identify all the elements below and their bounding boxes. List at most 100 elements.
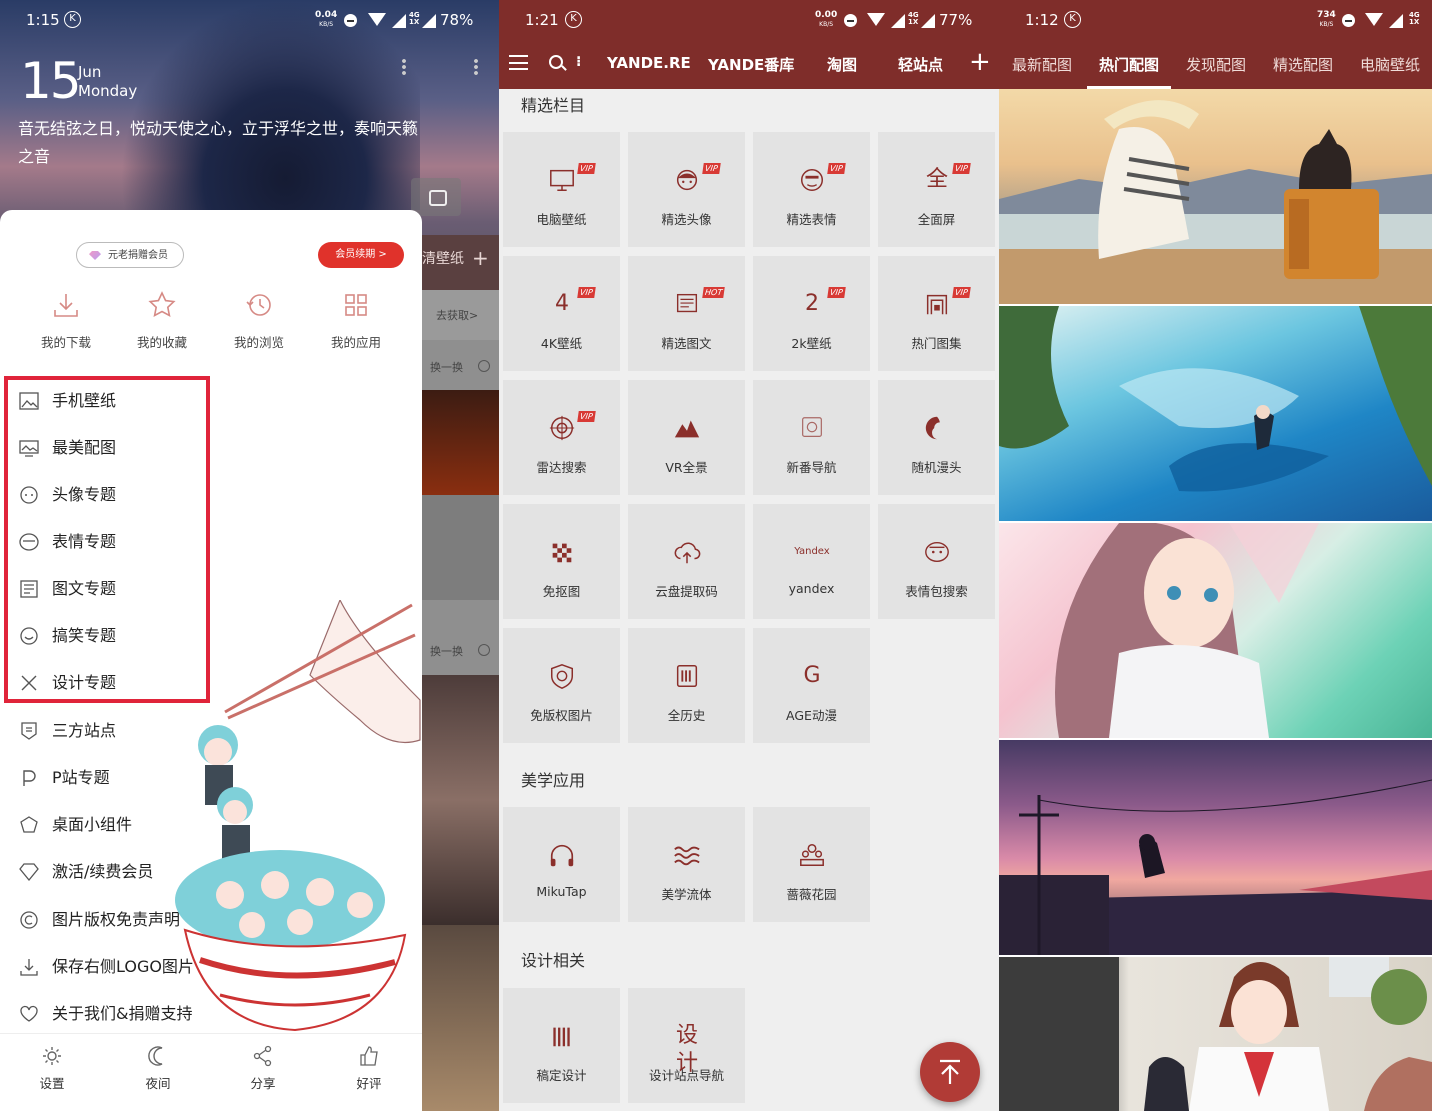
dnd-icon (844, 14, 857, 27)
tile-mountain[interactable]: VR全景 (628, 380, 745, 495)
k-icon: K (565, 11, 582, 28)
site-icon (21, 722, 37, 740)
tile-label: 热门图集 (911, 336, 962, 351)
artwork-girl-at-sunset (999, 779, 1432, 955)
tile-label: 4K壁纸 (540, 336, 583, 351)
pixiv-icon (23, 770, 36, 786)
image-card[interactable] (999, 740, 1432, 955)
tile-emoji-face[interactable]: VIP 精选表情 (753, 132, 870, 247)
tile-anime-nav[interactable]: 新番导航 (753, 380, 870, 495)
tile-checker[interactable]: 免抠图 (503, 504, 620, 619)
tab-yande-fanku[interactable]: YANDE番库 (708, 54, 794, 75)
artwork-girl-with-cat-classroom (999, 957, 1432, 1111)
quick-action-favorites[interactable]: 我的收藏 (122, 290, 202, 351)
tile-radar[interactable]: VIP 雷达搜索 (503, 380, 620, 495)
tile-label: 表情包搜索 (905, 584, 968, 599)
hamburger-menu-icon[interactable] (509, 55, 528, 70)
settings-button[interactable]: 设置 (22, 1045, 82, 1092)
tile-sticker-face[interactable]: 表情包搜索 (878, 504, 995, 619)
star-icon (148, 291, 176, 318)
history-book-icon (676, 664, 698, 688)
tile-label: 精选头像 (661, 212, 712, 227)
image-card[interactable] (999, 523, 1432, 738)
tile-2k-glyph[interactable]: 2 VIP 2k壁纸 (753, 256, 870, 371)
tab-latest[interactable]: 最新配图 (1012, 54, 1072, 75)
tile-copyright-shield[interactable]: 免版权图片 (503, 628, 620, 743)
refresh-icon (478, 644, 490, 656)
tile-waves[interactable]: 美学流体 (628, 807, 745, 922)
bg-swap-label: 换一换 (430, 645, 463, 658)
bg-tab-fragment: 清壁纸 (422, 251, 464, 267)
tile-label: AGE动漫 (786, 708, 837, 723)
garden-icon (800, 843, 824, 867)
tile-avatar-face[interactable]: VIP 精选头像 (628, 132, 745, 247)
more-icon[interactable] (402, 58, 406, 76)
tile-age-logo[interactable]: G AGE动漫 (753, 628, 870, 743)
renew-membership-button[interactable]: 会员续期 > (318, 242, 404, 268)
artwork-girl-with-cat (999, 100, 1432, 304)
category-screen: 1:21 K 0.00 KB/S 4G 1X 77% ⁝ YANDE.RE YAND… (499, 0, 999, 1111)
tab-yande-re[interactable]: YANDE.RE (607, 54, 691, 72)
tab-hot[interactable]: 热门配图 (1099, 54, 1159, 75)
avatar-face-icon (676, 169, 698, 191)
section-title-aesthetic-apps: 美学应用 (521, 771, 586, 790)
tile-design-tools[interactable]: 稿定设计 (503, 988, 620, 1103)
tile-label: 随机漫头 (911, 460, 962, 475)
tile-random-head[interactable]: 随机漫头 (878, 380, 995, 495)
image-card[interactable] (999, 957, 1432, 1111)
picture-text-icon (676, 293, 698, 313)
tile-label: 免抠图 (542, 584, 581, 599)
bg-swap-label: 换一换 (430, 361, 463, 374)
tile-picture-text[interactable]: HOT 精选图文 (628, 256, 745, 371)
share-icon (253, 1045, 272, 1067)
badge-vip: VIP (577, 163, 596, 174)
yandex-logo-icon: Yandex (794, 546, 830, 557)
night-mode-button[interactable]: 夜间 (128, 1045, 188, 1092)
status-bar: 1:12 K 734 KB/S 4G 1X (1025, 10, 1420, 30)
tab-light-sites[interactable]: 轻站点 (898, 54, 943, 75)
drawer-screen: 清壁纸 + 去获取> 换一换 换一换 1:15 K 0.04 KB/S 4G 1X … (0, 0, 499, 1111)
image-card[interactable] (999, 89, 1432, 304)
quick-action-downloads[interactable]: 我的下载 (26, 290, 106, 351)
camera-icon[interactable] (411, 178, 461, 216)
cloud-upload-icon (674, 542, 701, 564)
tile-headphones[interactable]: MikuTap (503, 807, 620, 922)
tab-taotu[interactable]: 淘图 (827, 54, 857, 75)
add-tab-icon[interactable]: + (969, 48, 991, 76)
tab-pc-wallpaper[interactable]: 电脑壁纸 (1360, 54, 1420, 75)
tile-cloud-upload[interactable]: 云盘提取码 (628, 504, 745, 619)
tile-history-book[interactable]: 全历史 (628, 628, 745, 743)
save-icon (20, 959, 38, 976)
section-title-design: 设计相关 (521, 951, 586, 970)
scroll-to-top-button[interactable] (920, 1042, 980, 1102)
member-badge[interactable]: 元老捐赠会员 (76, 242, 184, 268)
tile-fullscreen-glyph[interactable]: 全 VIP 全面屏 (878, 132, 995, 247)
quick-action-history[interactable]: 我的浏览 (219, 290, 299, 351)
tile-label: 稿定设计 (536, 1068, 587, 1083)
tile-garden[interactable]: 蔷薇花园 (753, 807, 870, 922)
moon-icon (148, 1046, 163, 1066)
more-icon[interactable] (474, 58, 478, 76)
artwork-girl-underwater (999, 306, 1432, 492)
tile-yandex-logo[interactable]: Yandex yandex (753, 504, 870, 619)
tab-featured[interactable]: 精选配图 (1273, 54, 1333, 75)
image-card[interactable] (999, 306, 1432, 521)
tile-label: 新番导航 (786, 460, 837, 475)
tile-label: 设计站点导航 (648, 1068, 724, 1083)
share-button[interactable]: 分享 (233, 1045, 293, 1092)
mountain-icon (674, 420, 700, 438)
more-icon[interactable]: ⁝ (576, 54, 581, 70)
bg-plus-icon: + (472, 246, 489, 270)
badge-vip: VIP (827, 287, 846, 298)
dnd-icon (344, 14, 357, 27)
tile-gallery[interactable]: VIP 热门图集 (878, 256, 995, 371)
tile-label: 精选表情 (786, 212, 837, 227)
tile-4k-glyph[interactable]: 4 VIP 4K壁纸 (503, 256, 620, 371)
status-bar: 1:15 K 0.04 KB/S 4G 1X 78% (26, 10, 474, 30)
tab-discover[interactable]: 发现配图 (1186, 54, 1246, 75)
quick-action-apps[interactable]: 我的应用 (316, 290, 396, 351)
tile-monitor[interactable]: VIP 电脑壁纸 (503, 132, 620, 247)
rate-button[interactable]: 好评 (339, 1045, 399, 1092)
tile-design-text[interactable]: 设计 设计站点导航 (628, 988, 745, 1103)
miku-bowl-illustration (175, 600, 421, 1032)
